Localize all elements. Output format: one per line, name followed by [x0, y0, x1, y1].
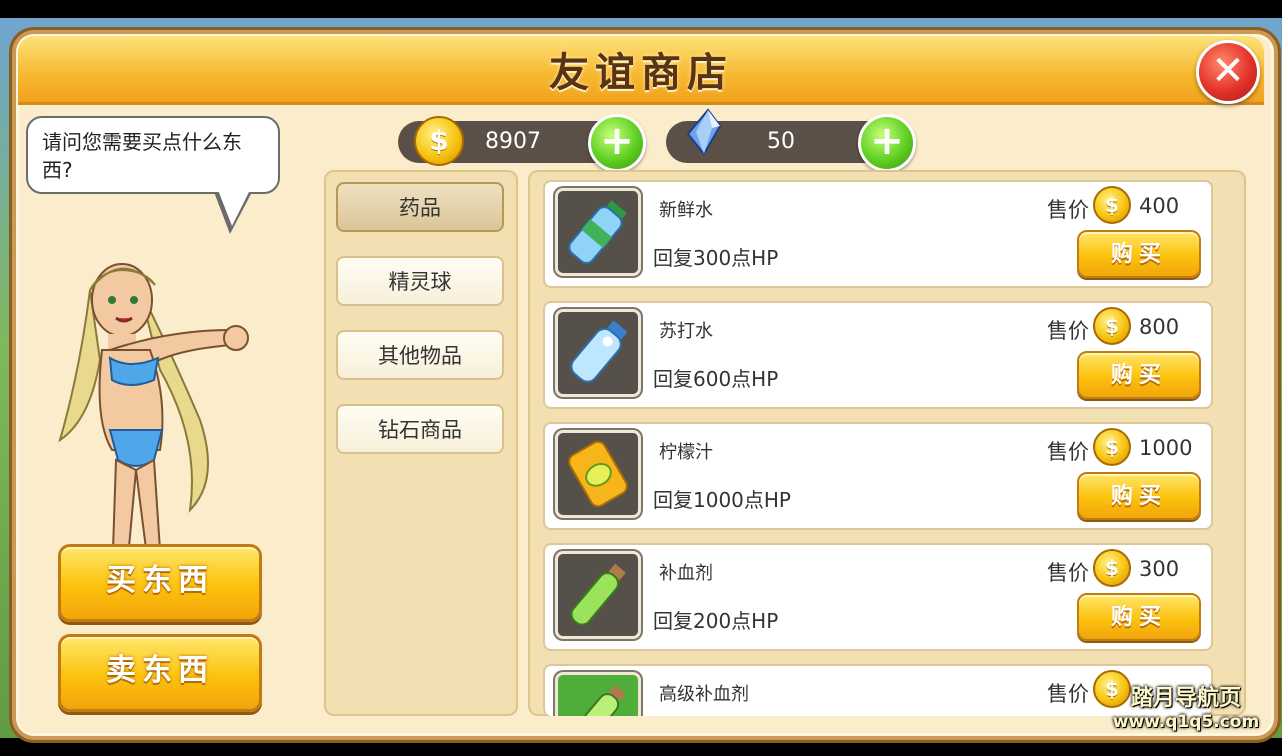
- buy-button[interactable]: 购买: [1077, 351, 1201, 399]
- shop-item-row: 补血剂 回复200点HP 售价 $ 300 购买: [543, 543, 1213, 651]
- item-price: 300: [1139, 557, 1180, 581]
- watermark-url: www.q1q5.com: [1112, 712, 1260, 732]
- shop-item-row: 苏打水 回复600点HP 售价 $ 800 购买: [543, 301, 1213, 409]
- category-tab-diamond-goods[interactable]: 钻石商品: [336, 404, 504, 454]
- item-name: 苏打水: [659, 321, 713, 342]
- close-icon[interactable]: ✕: [1196, 40, 1260, 104]
- water-bottle-icon: [555, 188, 641, 276]
- price-label: 售价: [1047, 561, 1089, 585]
- soda-bottle-icon: [555, 309, 641, 397]
- coin-icon: $: [1093, 307, 1131, 345]
- item-price: 800: [1139, 315, 1180, 339]
- shop-item-row: 柠檬汁 回复1000点HP 售价 $ 1000 购买: [543, 422, 1213, 530]
- watermark: 踏月导航页 www.q1q5.com: [1096, 680, 1276, 740]
- price-label: 售价: [1047, 198, 1089, 222]
- buy-mode-button[interactable]: 买东西: [58, 544, 262, 622]
- buy-button[interactable]: 购买: [1077, 230, 1201, 278]
- price-label: 售价: [1047, 440, 1089, 464]
- item-name: 补血剂: [659, 563, 713, 584]
- gold-amount: 8907: [485, 129, 541, 154]
- watermark-title: 踏月导航页: [1130, 686, 1241, 711]
- item-description: 回复1000点HP: [653, 488, 791, 512]
- speech-bubble: 请问您需要买点什么东西?: [26, 116, 280, 194]
- sell-mode-button[interactable]: 卖东西: [58, 634, 262, 712]
- item-price: 1000: [1139, 436, 1193, 460]
- diamond-amount: 50: [767, 129, 795, 154]
- coin-icon: $: [1093, 428, 1131, 466]
- item-description: 回复600点HP: [653, 367, 779, 391]
- item-name: 高级补血剂: [659, 684, 749, 705]
- buy-button[interactable]: 购买: [1077, 472, 1201, 520]
- category-tab-medicine[interactable]: 药品: [336, 182, 504, 232]
- coin-icon: $: [1093, 186, 1131, 224]
- price-label: 售价: [1047, 319, 1089, 343]
- item-name: 新鲜水: [659, 200, 713, 221]
- item-description: 回复200点HP: [653, 609, 779, 633]
- shop-item-row: 新鲜水 回复300点HP 售价 $ 400 购买: [543, 180, 1213, 288]
- category-tab-other-items[interactable]: 其他物品: [336, 330, 504, 380]
- diamond-icon: [686, 108, 722, 156]
- add-diamond-button[interactable]: +: [858, 114, 916, 172]
- shop-title: 友谊商店: [549, 50, 733, 96]
- item-name: 柠檬汁: [659, 442, 713, 463]
- item-price: 400: [1139, 194, 1180, 218]
- category-tab-pokeball[interactable]: 精灵球: [336, 256, 504, 306]
- gold-coin-icon: $: [414, 116, 464, 166]
- speech-bubble-tail-inner: [218, 190, 250, 226]
- item-description: 回复300点HP: [653, 246, 779, 270]
- price-label: 售价: [1047, 682, 1089, 706]
- buy-button[interactable]: 购买: [1077, 593, 1201, 641]
- super-potion-vial-icon: [555, 672, 641, 716]
- lemon-can-icon: [555, 430, 641, 518]
- potion-vial-icon: [555, 551, 641, 639]
- coin-icon: $: [1093, 549, 1131, 587]
- add-gold-button[interactable]: +: [588, 114, 646, 172]
